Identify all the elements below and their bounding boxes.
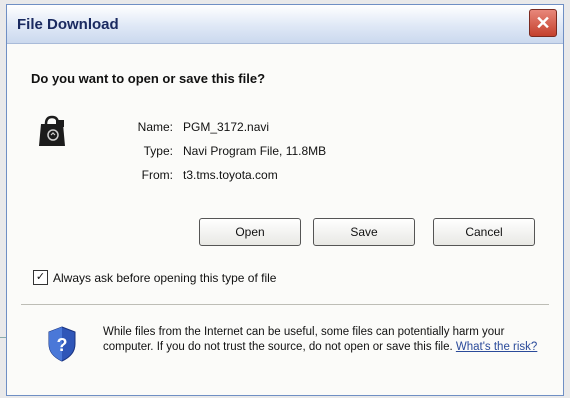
file-download-icon bbox=[39, 115, 65, 146]
always-ask-checkbox[interactable]: ✓ bbox=[33, 270, 48, 285]
file-type-label: Type: bbox=[143, 144, 173, 158]
file-info: Name: PGM_3172.navi Type: Navi Program F… bbox=[123, 120, 327, 192]
shield-question-icon: ? bbox=[48, 326, 76, 362]
file-name-label: Name: bbox=[137, 120, 173, 134]
dialog-content: Do you want to open or save this file? N… bbox=[7, 44, 563, 395]
open-button[interactable]: Open bbox=[199, 218, 301, 246]
cancel-button[interactable]: Cancel bbox=[433, 218, 535, 246]
window-title: File Download bbox=[17, 16, 119, 33]
file-download-dialog: File Download ✕ Do you want to open or s… bbox=[6, 4, 564, 396]
svg-text:?: ? bbox=[57, 335, 68, 355]
save-button[interactable]: Save bbox=[313, 218, 415, 246]
risk-link[interactable]: What's the risk? bbox=[456, 341, 537, 353]
always-ask-option[interactable]: ✓ Always ask before opening this type of… bbox=[33, 270, 276, 285]
title-bar[interactable]: File Download ✕ bbox=[7, 5, 563, 44]
file-source-label: From: bbox=[141, 168, 173, 182]
file-source-value: t3.tms.toyota.com bbox=[183, 168, 278, 182]
file-name-value: PGM_3172.navi bbox=[183, 120, 270, 134]
close-icon: ✕ bbox=[535, 12, 551, 33]
separator bbox=[21, 304, 549, 305]
question-text: Do you want to open or save this file? bbox=[31, 71, 266, 86]
security-warning: While files from the Internet can be use… bbox=[103, 325, 543, 355]
warning-text: While files from the Internet can be use… bbox=[103, 326, 505, 353]
always-ask-label: Always ask before opening this type of f… bbox=[53, 270, 277, 285]
file-type-row: Type: Navi Program File, 11.8MB bbox=[123, 144, 327, 168]
file-type-value: Navi Program File, 11.8MB bbox=[183, 144, 327, 158]
file-name-row: Name: PGM_3172.navi bbox=[123, 120, 326, 144]
file-source-row: From: t3.tms.toyota.com bbox=[123, 168, 326, 192]
close-button[interactable]: ✕ bbox=[529, 9, 557, 37]
